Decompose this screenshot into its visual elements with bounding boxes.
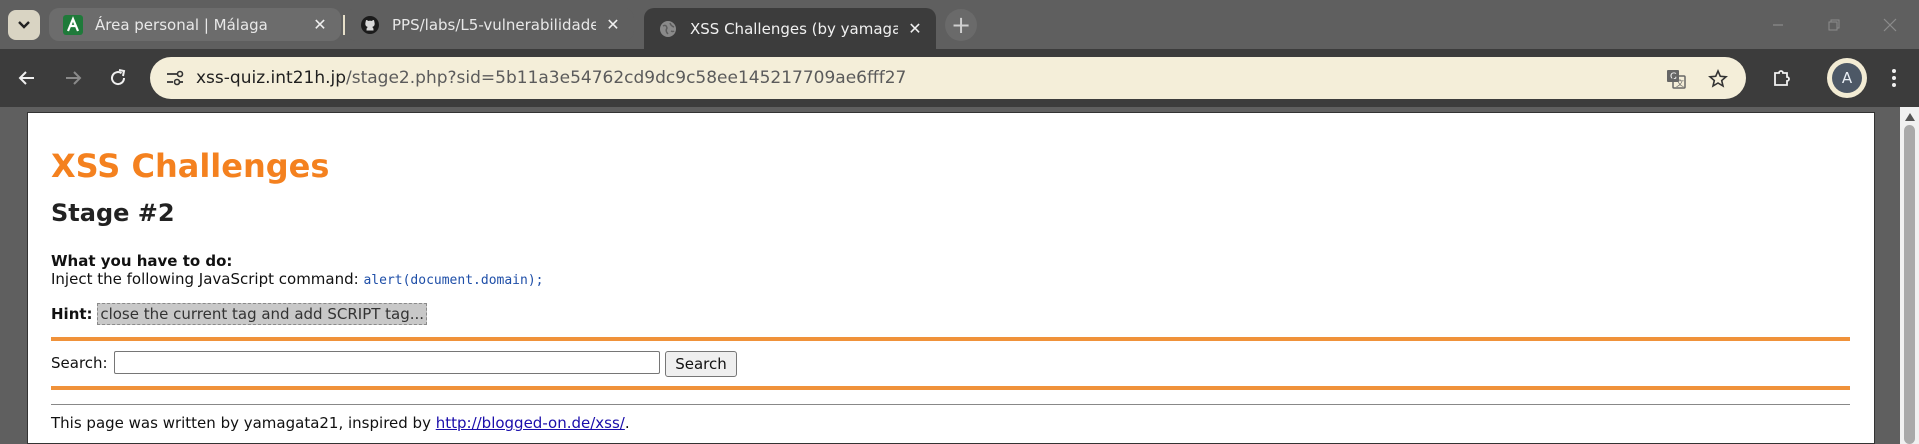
moodle-icon [63,14,83,35]
todo-code: alert(document.domain); [363,273,544,288]
close-icon [1883,18,1897,31]
tab-title: PPS/labs/L5-vulnerabilidades-w [392,15,596,34]
github-icon [360,15,380,35]
search-input[interactable] [114,351,660,374]
page-body: XSS Challenges Stage #2 What you have to… [27,112,1875,444]
browser-viewport: XSS Challenges Stage #2 What you have to… [0,107,1919,444]
footer-end: . [624,414,630,432]
close-icon[interactable]: ✕ [904,18,926,40]
tab-xss-challenges[interactable]: XSS Challenges (by yamagata2 ✕ [644,8,936,49]
footer: This page was written by yamagata21, ins… [51,414,630,432]
search-label: Search: [51,354,108,372]
hint-label: Hint: [51,305,93,323]
toolbar: xss-quiz.int21h.jp/stage2.php?sid=5b11a3… [0,49,1919,107]
footer-text: This page was written by yamagata21, ins… [51,414,436,432]
todo-text: Inject the following JavaScript command: [51,270,364,288]
back-button[interactable] [11,62,43,94]
minimize-button[interactable] [1749,0,1807,49]
reload-button[interactable] [102,62,134,94]
scroll-up-arrow-icon[interactable] [1905,113,1915,121]
search-button[interactable]: Search [665,351,737,377]
window-close-button[interactable] [1861,0,1919,49]
reload-icon [111,69,126,86]
footer-link[interactable]: http://blogged-on.de/xss/ [436,414,625,432]
tab-title: XSS Challenges (by yamagata2 [690,19,898,38]
arrow-left-icon [18,71,34,85]
close-icon[interactable]: ✕ [309,14,331,36]
bookmark-star-icon[interactable] [1706,67,1730,91]
stage-heading: Stage #2 [51,199,175,227]
tab-separator [343,15,345,35]
hint-text[interactable]: close the current tag and add SCRIPT tag… [97,303,428,325]
scroll-thumb[interactable] [1904,125,1915,444]
forward-button[interactable] [57,62,89,94]
orange-divider-top [51,337,1850,341]
translate-icon[interactable]: G文 [1664,67,1688,91]
restore-icon [1828,19,1840,30]
plus-icon: + [950,11,972,39]
scrollbar[interactable] [1900,107,1919,444]
tab-strip: Área personal | Málaga ✕ PPS/labs/L5-vul… [0,0,1919,49]
restore-button[interactable] [1805,0,1863,49]
tab-title: Área personal | Málaga [95,15,268,34]
site-info-icon[interactable] [164,68,186,88]
chevron-down-icon [18,21,30,29]
tab-github[interactable]: PPS/labs/L5-vulnerabilidades-w ✕ [346,8,634,41]
page-title: XSS Challenges [51,147,330,185]
svg-text:文: 文 [1676,78,1684,88]
avatar-initial: A [1832,63,1862,93]
extensions-button[interactable] [1766,62,1798,94]
puzzle-icon [1774,70,1790,86]
close-icon[interactable]: ✕ [602,14,624,36]
tab-area-personal[interactable]: Área personal | Málaga ✕ [49,8,341,41]
url-text[interactable]: xss-quiz.int21h.jp/stage2.php?sid=5b11a3… [196,68,906,88]
gray-divider [51,404,1850,405]
url-host: xss-quiz.int21h.jp [196,68,347,88]
address-bar[interactable]: xss-quiz.int21h.jp/stage2.php?sid=5b11a3… [150,57,1746,99]
todo-instruction: Inject the following JavaScript command:… [51,270,543,288]
arrow-right-icon [66,71,82,85]
tab-search-button[interactable] [8,10,40,40]
kebab-menu-icon [1892,69,1896,87]
todo-label: What you have to do: [51,252,233,270]
url-path: /stage2.php?sid=5b11a3e54762cd9dc9c58ee1… [346,68,907,88]
hint: Hint: close the current tag and add SCRI… [51,303,428,325]
new-tab-button[interactable]: + [945,9,977,41]
minimize-icon [1773,23,1783,26]
globe-icon [658,19,678,39]
profile-avatar[interactable]: A [1827,58,1867,98]
menu-button[interactable] [1878,62,1910,94]
orange-divider-bottom [51,386,1850,390]
